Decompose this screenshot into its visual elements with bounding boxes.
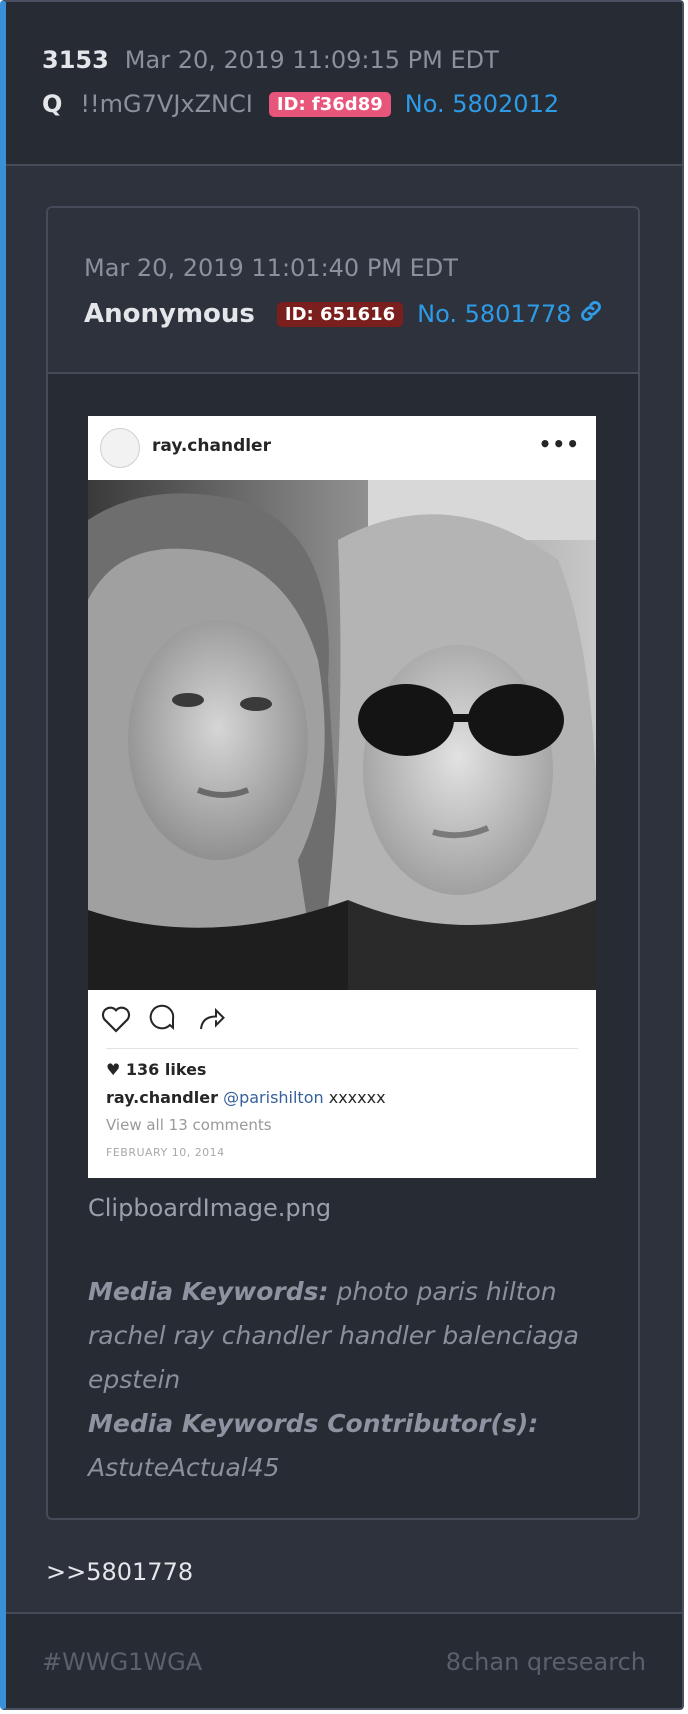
quoted-post-meta: Anonymous ID: 651616 No. 5801778 <box>84 298 604 330</box>
link-icon[interactable] <box>578 298 604 330</box>
avatar <box>100 428 140 468</box>
media-keywords: Media Keywords: photo paris hilton rache… <box>88 1270 588 1490</box>
instagram-actions <box>100 1004 300 1040</box>
instagram-username: ray.chandler <box>152 436 271 456</box>
quoted-post-number-link[interactable]: No. 5801778 <box>417 300 571 328</box>
post-meta-row: 3153 Mar 20, 2019 11:09:15 PM EDT <box>42 46 499 74</box>
caption-text: xxxxxx <box>328 1088 386 1107</box>
post-header: 3153 Mar 20, 2019 11:09:15 PM EDT Q !!mG7V… <box>6 2 682 166</box>
quoted-poster-id-badge: ID: 651616 <box>276 302 404 327</box>
reply-reference[interactable]: >>5801778 <box>46 1558 193 1586</box>
media-keywords-contributors-label: Media Keywords Contributor(s): <box>88 1409 539 1438</box>
quoted-post-date: Mar 20, 2019 11:01:40 PM EDT <box>84 254 458 282</box>
attachment-filename[interactable]: ClipboardImage.png <box>88 1194 331 1222</box>
media-keywords-label: Media Keywords: <box>88 1277 329 1306</box>
attached-image[interactable]: ray.chandler ••• ♥ 136 likes ray.chandle… <box>88 416 596 1178</box>
instagram-post-header: ray.chandler ••• <box>88 416 596 480</box>
caption-username: ray.chandler <box>106 1088 218 1107</box>
heart-icon <box>100 1004 132 1038</box>
poster-id-badge: ID: f36d89 <box>268 92 391 117</box>
quoted-post-author: Anonymous <box>84 299 255 329</box>
instagram-likes: ♥ 136 likes <box>106 1060 207 1079</box>
instagram-date: FEBRUARY 10, 2014 <box>106 1146 225 1159</box>
share-icon <box>196 1004 226 1038</box>
post-number: 3153 <box>42 46 109 74</box>
post-date: Mar 20, 2019 11:09:15 PM EDT <box>124 46 499 74</box>
post-author: Q <box>42 90 63 118</box>
post-tripcode: !!mG7VJxZNCI <box>80 90 253 118</box>
source-label: 8chan qresearch <box>445 1648 646 1676</box>
post-author-row: Q !!mG7VJxZNCI ID: f36d89 No. 5802012 <box>42 90 559 118</box>
post-card: 3153 Mar 20, 2019 11:09:15 PM EDT Q !!mG7V… <box>0 0 684 1710</box>
caption-mention: @parishilton <box>223 1088 324 1107</box>
post-number-link[interactable]: No. 5802012 <box>405 90 559 118</box>
media-keywords-contributors: AstuteActual45 <box>88 1453 280 1482</box>
hashtag: #WWG1WGA <box>42 1648 203 1676</box>
instagram-comments-link: View all 13 comments <box>106 1116 272 1134</box>
quoted-post-header: Mar 20, 2019 11:01:40 PM EDT Anonymous ID… <box>48 208 638 374</box>
instagram-caption: ray.chandler @parishilton xxxxxx <box>106 1088 386 1107</box>
quoted-post: Mar 20, 2019 11:01:40 PM EDT Anonymous ID… <box>46 206 640 1520</box>
more-options-icon: ••• <box>538 432 580 456</box>
post-footer: #WWG1WGA 8chan qresearch <box>6 1612 682 1708</box>
divider <box>106 1048 578 1049</box>
photo <box>88 480 596 990</box>
comment-icon <box>148 1004 178 1038</box>
